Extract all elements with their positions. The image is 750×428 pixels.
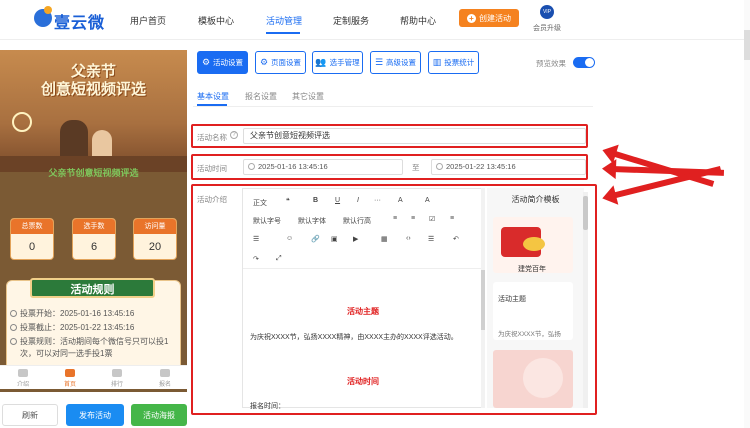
tab-label: 选手管理	[329, 58, 360, 67]
stat-label: 总票数	[11, 219, 53, 234]
brand-logo-dot-icon	[44, 6, 52, 14]
bottom-nav-home[interactable]: 首页	[55, 369, 85, 388]
top-navigation-bar	[0, 0, 750, 40]
tab-label: 页面设置	[271, 58, 302, 67]
vip-upgrade-link[interactable]: 会员升级	[533, 23, 561, 33]
stat-contestants: 选手数 6	[72, 218, 116, 260]
bottom-nav-label: 报名	[158, 382, 171, 388]
nav-activity-management[interactable]: 活动管理	[266, 14, 302, 27]
brand-name[interactable]: 壹云微	[54, 9, 105, 33]
settings-icon: ⚙	[259, 57, 269, 67]
rules-title: 活动规则	[30, 278, 155, 298]
publish-activity-button[interactable]: 发布活动	[66, 404, 124, 426]
rule-vote-end: 投票截止：2025-01-22 13:45:16	[20, 323, 135, 332]
clock-icon	[10, 310, 17, 317]
father-figure-image	[60, 120, 88, 160]
preview-effect-label: 预览效果	[536, 59, 566, 68]
highlight-box-name	[191, 124, 588, 148]
clock-icon	[10, 324, 17, 331]
page-scrollbar[interactable]	[744, 0, 750, 428]
subtab-divider	[193, 106, 593, 107]
highlight-box-intro	[191, 184, 597, 415]
tab-advanced-settings[interactable]: ☰ 高级设置	[370, 51, 421, 74]
highlight-box-time	[191, 154, 588, 180]
intro-icon	[18, 369, 28, 377]
gear-icon: ⚙	[201, 57, 211, 67]
stat-value: 0	[28, 241, 36, 253]
sliders-icon: ☰	[374, 57, 384, 67]
preview-subtitle: 父亲节创意短视频评选	[48, 168, 139, 178]
refresh-button[interactable]: 刷新	[2, 404, 58, 426]
stat-value: 20	[148, 241, 162, 253]
nav-custom-service[interactable]: 定制服务	[333, 14, 369, 27]
tab-label: 活动设置	[213, 58, 244, 67]
tab-activity-settings[interactable]: ⚙ 活动设置	[197, 51, 248, 74]
subtab-signup-settings[interactable]: 报名设置	[245, 91, 277, 102]
activity-poster-button[interactable]: 活动海报	[131, 404, 187, 426]
bottom-nav-intro[interactable]: 介绍	[8, 369, 38, 388]
nav-active-underline	[266, 32, 300, 34]
create-activity-button[interactable]: + 创建活动	[459, 9, 519, 27]
stat-label: 访问量	[134, 219, 176, 234]
rule-vote-rules: 投票规则：活动期间每个微信号只可以投1次，可以对同一选手投1票	[20, 337, 169, 358]
chart-icon: ▥	[432, 57, 442, 67]
nav-user-home[interactable]: 用户首页	[130, 14, 166, 27]
info-icon	[10, 338, 17, 345]
home-icon	[65, 369, 75, 377]
bottom-nav-label: 首页	[63, 382, 76, 388]
rule-vote-start: 投票开始：2025-01-16 13:45:16	[20, 309, 135, 318]
users-icon: 👥	[315, 57, 327, 67]
bottom-nav-signup[interactable]: 报名	[150, 369, 180, 388]
stat-value: 6	[90, 241, 98, 253]
bottom-nav-ranking[interactable]: 排行	[102, 369, 132, 388]
banner-title-line2: 创意短视频评选	[40, 81, 146, 98]
tab-page-settings[interactable]: ⚙ 页面设置	[255, 51, 306, 74]
create-activity-label: 创建活动	[479, 13, 511, 23]
subtab-basic-settings[interactable]: 基本设置	[197, 91, 229, 102]
page-scrollbar-thumb[interactable]	[744, 30, 750, 60]
preview-bottom-nav: 介绍 首页 排行 报名	[0, 365, 187, 389]
stat-visits: 访问量 20	[133, 218, 177, 260]
ranking-icon	[112, 369, 122, 377]
nav-template-center[interactable]: 模板中心	[198, 14, 234, 27]
preview-effect-toggle[interactable]	[573, 57, 595, 68]
stat-label: 选手数	[73, 219, 115, 234]
preview-banner: 父亲节 创意短视频评选	[0, 50, 187, 172]
vip-icon[interactable]: VIP	[540, 5, 554, 19]
signup-icon	[160, 369, 170, 377]
bottom-nav-label: 排行	[110, 382, 123, 388]
tab-label: 高级设置	[386, 58, 417, 67]
bottom-nav-label: 介绍	[16, 382, 29, 388]
ring-light-icon	[12, 112, 32, 132]
tab-label: 投票统计	[444, 58, 475, 67]
plus-icon: +	[467, 13, 476, 23]
nav-help-center[interactable]: 帮助中心	[400, 14, 436, 27]
tab-contestant-management[interactable]: 👥 选手管理	[312, 51, 363, 74]
subtab-other-settings[interactable]: 其它设置	[292, 91, 324, 102]
tab-vote-statistics[interactable]: ▥ 投票统计	[428, 51, 479, 74]
stat-total-votes: 总票数 0	[10, 218, 54, 260]
